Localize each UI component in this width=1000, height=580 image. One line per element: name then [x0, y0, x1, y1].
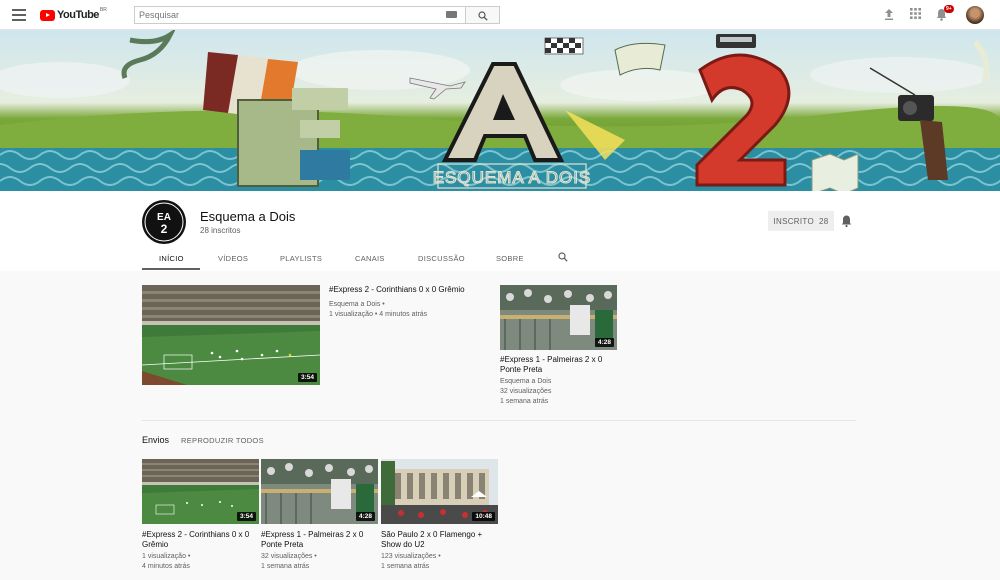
channel-name: Esquema a Dois [200, 209, 296, 224]
subscribe-count: 28 [819, 216, 829, 226]
active-tab-indicator [142, 268, 200, 270]
subscribe-button[interactable]: INSCRITO 28 [768, 211, 834, 231]
channel-home-content: 3:54 #Express 2 - Corinthians 0 x 0 Grêm… [0, 271, 1000, 580]
channel-search-icon[interactable] [558, 252, 568, 262]
uploads-section-title[interactable]: Envios [142, 435, 169, 445]
tab-canais[interactable]: CANAIS [355, 254, 385, 263]
featured-video-meta: 1 visualização • 4 minutos atrás [329, 311, 428, 318]
search-input[interactable] [134, 6, 466, 24]
video-duration: 4:28 [594, 338, 614, 347]
upload-icon[interactable] [883, 8, 895, 21]
video-duration: 3:54 [297, 373, 317, 382]
video-duration: 4:28 [355, 512, 375, 521]
banner-title: ESQUEMA A DOIS [433, 168, 592, 187]
tab-videos[interactable]: VÍDEOS [218, 254, 248, 263]
keyboard-icon[interactable] [446, 11, 457, 18]
upload-video-views: 1 visualização • [142, 553, 191, 560]
channel-banner: ESQUEMA A DOIS [0, 30, 1000, 191]
channel-avatar[interactable]: EA 2 [142, 200, 186, 244]
upload-video-age: 1 semana atrás [261, 563, 310, 570]
account-avatar[interactable] [966, 6, 984, 24]
channel-subscribers: 28 inscritos [200, 226, 241, 235]
upload-video-views: 32 visualizações • [261, 553, 317, 560]
logo-text: YouTube [57, 9, 99, 21]
masthead: YouTube BR 9+ [0, 0, 1000, 30]
notification-badge: 9+ [944, 5, 954, 13]
side-video-age: 1 semana atrás [500, 398, 549, 405]
upload-video-thumbnail[interactable]: 10:48 [381, 459, 498, 524]
search-icon [478, 11, 488, 21]
upload-video-views: 123 visualizações • [381, 553, 441, 560]
featured-video-thumbnail[interactable]: 3:54 [142, 285, 320, 385]
tab-playlists[interactable]: PLAYLISTS [280, 254, 322, 263]
svg-text:2: 2 [161, 222, 168, 236]
subscribe-label: INSCRITO [773, 216, 814, 226]
section-divider [142, 420, 856, 421]
upload-video-thumbnail[interactable]: 3:54 [142, 459, 259, 524]
hamburger-menu-icon[interactable] [12, 9, 26, 21]
tab-discussao[interactable]: DISCUSSÃO [418, 254, 465, 263]
tab-inicio[interactable]: INÍCIO [159, 254, 184, 263]
upload-video-title[interactable]: #Express 1 - Palmeiras 2 x 0 Ponte Preta [261, 530, 373, 550]
side-video-title[interactable]: #Express 1 - Palmeiras 2 x 0 Ponte Preta [500, 355, 620, 375]
search-button[interactable] [466, 6, 500, 24]
soccer-field-image [142, 285, 320, 385]
logo-region: BR [99, 7, 107, 13]
channel-header: EA 2 Esquema a Dois 28 inscritos INSCRIT… [0, 191, 1000, 271]
video-duration: 10:48 [472, 512, 495, 521]
upload-video-title[interactable]: São Paulo 2 x 0 Flamengo + Show do U2 [381, 530, 493, 550]
upload-video-age: 1 semana atrás [381, 563, 430, 570]
youtube-logo[interactable]: YouTube BR [40, 7, 107, 21]
side-video-thumbnail[interactable]: 4:28 [500, 285, 617, 350]
channel-avatar-logo: EA 2 [144, 202, 184, 242]
upload-video-age: 4 minutos atrás [142, 563, 190, 570]
apps-grid-icon[interactable] [910, 8, 921, 19]
notification-bell-icon[interactable] [841, 215, 852, 227]
tab-sobre[interactable]: SOBRE [496, 254, 524, 263]
upload-video-thumbnail[interactable]: 4:28 [261, 459, 378, 524]
side-video-views: 32 visualizações [500, 388, 552, 395]
youtube-play-icon [40, 9, 55, 21]
featured-video-title[interactable]: #Express 2 - Corinthians 0 x 0 Grêmio [329, 285, 489, 295]
featured-video-channel[interactable]: Esquema a Dois • [329, 300, 385, 310]
side-video-channel[interactable]: Esquema a Dois [500, 377, 551, 387]
play-all-button[interactable]: REPRODUZIR TODOS [181, 436, 264, 445]
upload-video-title[interactable]: #Express 2 - Corinthians 0 x 0 Grêmio [142, 530, 254, 550]
video-duration: 3:54 [236, 512, 256, 521]
banner-artwork: ESQUEMA A DOIS [0, 30, 1000, 191]
